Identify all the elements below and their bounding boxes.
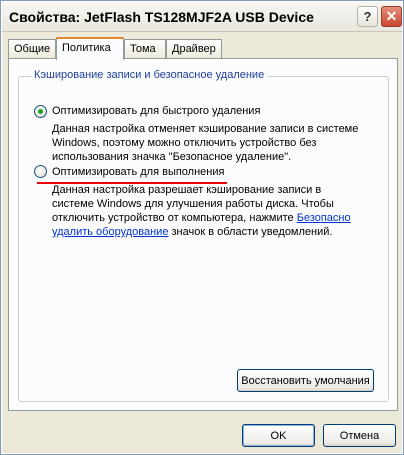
- title-bar[interactable]: Свойства: JetFlash TS128MJF2A USB Device…: [2, 2, 402, 32]
- performance-desc-text: отключить устройство от компьютера, нажм…: [52, 212, 297, 224]
- window-title: Свойства: JetFlash TS128MJF2A USB Device: [9, 9, 314, 25]
- help-icon: ?: [363, 9, 372, 24]
- safely-remove-link-cont[interactable]: удалить оборудование: [52, 226, 168, 238]
- tab-policy[interactable]: Политика: [56, 37, 124, 60]
- performance-desc-line: отключить устройство от компьютера, нажм…: [52, 211, 382, 225]
- close-button[interactable]: ✕: [381, 6, 402, 27]
- performance-desc-text: значок в области уведомлений.: [168, 226, 333, 238]
- quick-removal-description: Данная настройка отменяет кэширование за…: [52, 122, 372, 164]
- tab-driver[interactable]: Драйвер: [166, 39, 222, 59]
- performance-desc-line: системе Windows для улучшения работы дис…: [52, 198, 334, 210]
- quick-removal-radio[interactable]: [34, 105, 47, 118]
- quick-removal-desc-line: Windows, поэтому можно отключить устройс…: [52, 137, 317, 149]
- performance-label[interactable]: Оптимизировать для выполнения: [52, 166, 224, 178]
- restore-defaults-button[interactable]: Восстановить умолчания: [237, 369, 374, 392]
- groupbox-legend: Кэширование записи и безопасное удаление: [31, 69, 268, 81]
- quick-removal-label[interactable]: Оптимизировать для быстрого удаления: [52, 105, 260, 117]
- performance-desc-line: удалить оборудование значок в области ув…: [52, 225, 382, 239]
- safely-remove-link[interactable]: Безопасно: [297, 212, 351, 224]
- help-button[interactable]: ?: [357, 6, 378, 27]
- performance-radio[interactable]: [34, 165, 47, 178]
- close-icon: ✕: [385, 8, 398, 24]
- properties-dialog: Свойства: JetFlash TS128MJF2A USB Device…: [0, 0, 404, 455]
- quick-removal-desc-line: использования значка "Безопасное удалени…: [52, 151, 292, 163]
- tab-general[interactable]: Общие: [8, 39, 56, 59]
- tab-volumes[interactable]: Тома: [124, 39, 166, 59]
- ok-button[interactable]: OK: [242, 424, 315, 447]
- cancel-button[interactable]: Отмена: [323, 424, 396, 447]
- radio-selected-dot: [38, 109, 43, 114]
- performance-desc-line: Данная настройка разрешает кэширование з…: [52, 184, 322, 196]
- performance-description: Данная настройка разрешает кэширование з…: [52, 183, 382, 239]
- quick-removal-desc-line: Данная настройка отменяет кэширование за…: [52, 123, 359, 135]
